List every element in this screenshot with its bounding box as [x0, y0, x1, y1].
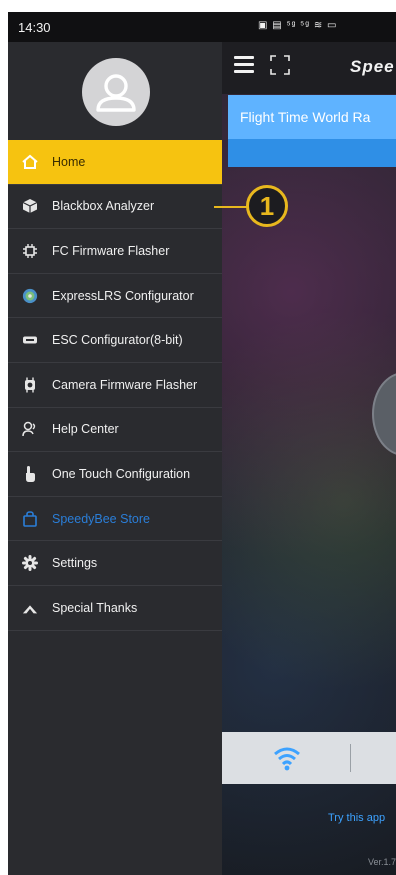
chip-icon	[22, 243, 38, 259]
status-bar: 14:30 ▣ ▤ ⁵ᵍ ⁵ᵍ ≋ ▭	[8, 12, 396, 42]
menu-item-special-thanks[interactable]: Special Thanks	[8, 586, 222, 631]
thanks-icon	[22, 600, 38, 616]
menu-item-settings[interactable]: Settings	[8, 541, 222, 586]
menu-item-expresslrs-configurator[interactable]: ExpressLRS Configurator	[8, 274, 222, 319]
menu-item-label: FC Firmware Flasher	[52, 243, 170, 258]
status-icons: ▣ ▤ ⁵ᵍ ⁵ᵍ ≋ ▭	[258, 20, 338, 31]
menu-item-label: Camera Firmware Flasher	[52, 377, 198, 392]
avatar[interactable]	[82, 58, 150, 126]
phone-screen: 14:30 ▣ ▤ ⁵ᵍ ⁵ᵍ ≋ ▭ Spee Flight Time Wor…	[8, 12, 396, 875]
menu-item-label: Home	[52, 154, 86, 169]
menu-item-home[interactable]: Home	[8, 140, 222, 185]
status-time: 14:30	[18, 20, 51, 35]
menu-item-label: ESC Configurator(8-bit)	[52, 333, 183, 348]
menu-item-blackbox-analyzer[interactable]: Blackbox Analyzer	[8, 185, 222, 230]
menu-item-label: One Touch Configuration	[52, 466, 191, 481]
touch-icon	[22, 465, 38, 482]
elrs-icon	[22, 288, 38, 304]
gear-icon	[22, 555, 38, 572]
camera-chip-icon	[22, 377, 38, 393]
callout-number-badge: 1	[246, 185, 288, 227]
drawer-menu: Home Blackbox Analyzer FC Firmware Flash…	[8, 140, 222, 631]
wifi-icon[interactable]	[272, 744, 302, 772]
announcement-banner[interactable]: Flight Time World Ra	[228, 95, 396, 139]
bottom-connection-bar	[222, 732, 396, 784]
menu-item-speedybee-store[interactable]: SpeedyBee Store	[8, 497, 222, 542]
banner-strip	[228, 139, 396, 167]
help-icon	[22, 421, 38, 437]
menu-item-label: Help Center	[52, 422, 119, 437]
menu-item-label: SpeedyBee Store	[52, 511, 150, 526]
callout-line	[214, 206, 248, 208]
user-icon	[96, 74, 136, 112]
app-top-bar: Spee	[222, 42, 396, 94]
menu-item-label: Settings	[52, 556, 98, 571]
brand-logo-text: Spee	[350, 57, 395, 76]
bottom-divider	[350, 744, 351, 772]
menu-item-camera-firmware-flasher[interactable]: Camera Firmware Flasher	[8, 363, 222, 408]
menu-item-label: ExpressLRS Configurator	[52, 288, 194, 303]
store-bag-icon	[22, 510, 38, 527]
menu-item-help-center[interactable]: Help Center	[8, 408, 222, 453]
menu-item-label: Blackbox Analyzer	[52, 199, 155, 214]
menu-item-esc-configurator[interactable]: ESC Configurator(8-bit)	[8, 318, 222, 363]
menu-item-label: Special Thanks	[52, 600, 138, 615]
hamburger-menu-icon[interactable]	[234, 56, 254, 74]
esc-icon	[22, 332, 38, 348]
menu-item-fc-firmware-flasher[interactable]: FC Firmware Flasher	[8, 229, 222, 274]
navigation-drawer: Home Blackbox Analyzer FC Firmware Flash…	[8, 42, 222, 875]
cube-icon	[22, 198, 38, 214]
scan-icon[interactable]	[270, 55, 290, 75]
menu-item-one-touch-configuration[interactable]: One Touch Configuration	[8, 452, 222, 497]
version-label: Ver.1.7	[368, 857, 396, 867]
home-icon	[22, 154, 38, 170]
connect-button[interactable]	[372, 372, 396, 456]
app-main-area: Spee Flight Time World Ra Try this app V…	[222, 42, 396, 875]
banner-text: Flight Time World Ra	[240, 109, 371, 125]
try-app-link[interactable]: Try this app	[328, 812, 385, 824]
